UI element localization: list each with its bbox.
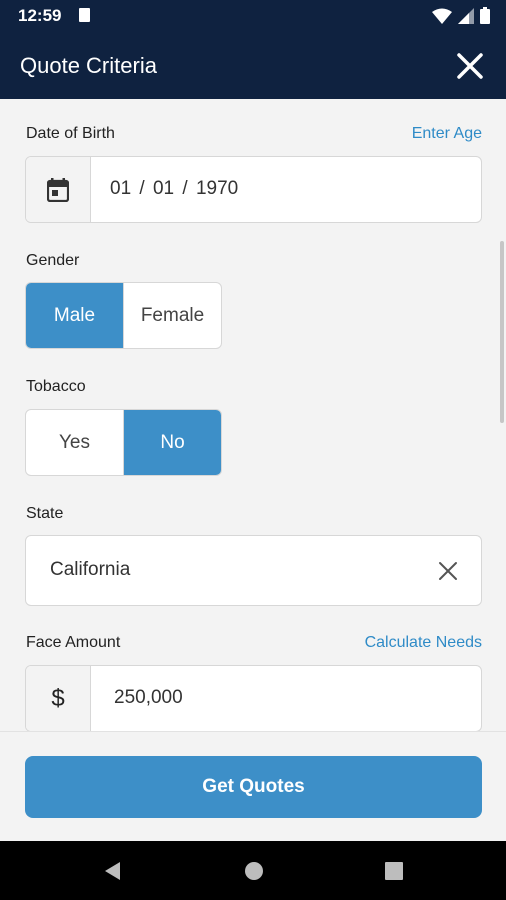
face-amount-field[interactable]: $ 250,000 (25, 665, 482, 731)
tobacco-label: Tobacco (26, 378, 86, 395)
scrollbar-thumb[interactable] (500, 241, 504, 423)
dob-value: 01 / 01 / 1970 (110, 178, 239, 199)
home-icon[interactable] (243, 860, 265, 882)
wifi-icon (432, 8, 452, 24)
back-icon[interactable] (102, 860, 124, 882)
sim-card-icon (79, 8, 90, 22)
face-amount-label: Face Amount (26, 634, 121, 651)
tobacco-no-option[interactable]: No (124, 410, 221, 475)
battery-icon (480, 7, 490, 24)
status-bar: 12:59 (0, 0, 506, 32)
close-button[interactable] (454, 50, 486, 82)
dollar-icon: $ (51, 684, 65, 712)
state-label: State (26, 505, 64, 522)
clear-state-button[interactable] (437, 560, 459, 582)
clear-icon (439, 562, 457, 580)
status-time: 12:59 (18, 6, 62, 25)
status-icons (432, 7, 490, 24)
system-nav-bar (0, 841, 506, 900)
gender-label: Gender (26, 252, 80, 269)
page-title: Quote Criteria (20, 53, 157, 78)
gender-toggle: Male Female (25, 282, 222, 349)
calendar-button[interactable] (26, 157, 91, 222)
close-icon (457, 53, 483, 79)
recents-icon[interactable] (383, 860, 405, 882)
calculate-needs-link[interactable]: Calculate Needs (365, 634, 482, 652)
currency-addon: $ (26, 666, 91, 731)
enter-age-link[interactable]: Enter Age (412, 125, 482, 143)
tobacco-toggle: Yes No (25, 409, 222, 476)
cell-signal-icon (458, 7, 474, 24)
app-bar: Quote Criteria (0, 32, 506, 99)
gender-female-option[interactable]: Female (124, 283, 221, 348)
gender-male-option[interactable]: Male (26, 283, 124, 348)
get-quotes-button[interactable]: Get Quotes (25, 756, 482, 818)
tobacco-yes-option[interactable]: Yes (26, 410, 124, 475)
calendar-icon (47, 177, 69, 202)
footer: Get Quotes (0, 731, 506, 841)
dob-label: Date of Birth (26, 125, 115, 142)
quote-form: Date of Birth Enter Age 01 / 01 / 1970 G… (0, 99, 506, 731)
face-amount-value: 250,000 (114, 687, 183, 708)
state-select[interactable]: California (25, 535, 482, 606)
dob-field[interactable]: 01 / 01 / 1970 (25, 156, 482, 223)
state-value: California (50, 559, 131, 580)
